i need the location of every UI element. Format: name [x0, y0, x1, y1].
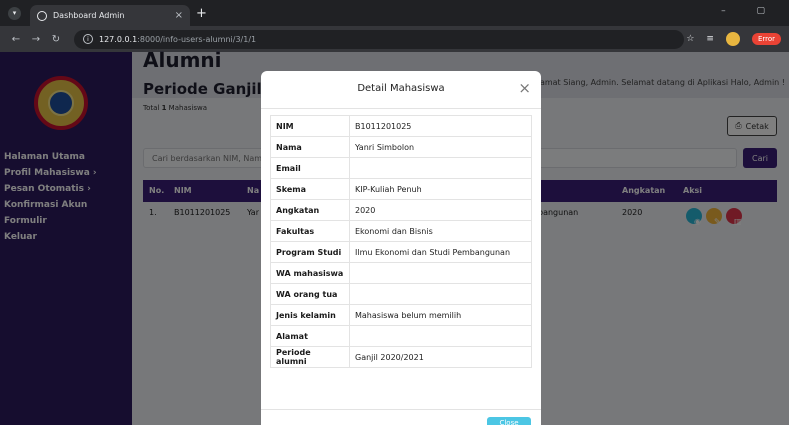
url-input[interactable]: i 127.0.0.1:8000/info-users-alumni/3/1/1 [74, 29, 684, 49]
detail-label: Program Studi [270, 241, 350, 263]
detail-value: Ganjil 2020/2021 [349, 346, 532, 368]
detail-label: Skema [270, 178, 350, 200]
tab-close-icon[interactable]: × [175, 10, 183, 21]
detail-label: Angkatan [270, 199, 350, 221]
detail-row: WA orang tua [270, 283, 532, 305]
reload-icon[interactable]: ↻ [48, 34, 64, 45]
modal-footer: Close [261, 409, 541, 425]
detail-row: Email [270, 157, 532, 179]
detail-row: Skema KIP-Kuliah Penuh [270, 178, 532, 200]
profile-avatar[interactable] [725, 32, 740, 46]
detail-label: Email [270, 157, 350, 179]
detail-row: Alamat [270, 325, 532, 347]
close-button[interactable]: Close [487, 417, 531, 425]
modal-header: Detail Mahasiswa × [261, 71, 541, 109]
detail-value: B1011201025 [349, 115, 532, 137]
bookmark-star-icon[interactable]: ☆ [686, 34, 694, 44]
browser-tab[interactable]: Dashboard Admin × [30, 5, 190, 26]
url-host: 127.0.0.1 [99, 34, 138, 44]
detail-value: Mahasiswa belum memilih [349, 304, 532, 326]
detail-row: Nama Yanri Simbolon [270, 136, 532, 158]
detail-label: NIM [270, 115, 350, 137]
detail-modal: Detail Mahasiswa × NIM B1011201025 Nama Yan… [261, 71, 541, 425]
detail-row: NIM B1011201025 [270, 115, 532, 137]
detail-value [349, 283, 532, 305]
detail-value: KIP-Kuliah Penuh [349, 178, 532, 200]
url-path: :8000/info-users-alumni/3/1/1 [137, 34, 257, 44]
detail-row: WA mahasiswa [270, 262, 532, 284]
browser-tabbar: ▾ Dashboard Admin × + – ▢ [0, 0, 789, 26]
detail-label: Jenis kelamin [270, 304, 350, 326]
site-info-icon[interactable]: i [83, 34, 93, 44]
extensions-icon[interactable]: ≡ [706, 34, 714, 44]
close-icon[interactable]: × [518, 79, 531, 97]
window-controls[interactable]: – ▢ [721, 6, 779, 16]
tab-search-icon[interactable]: ▾ [8, 7, 21, 20]
detail-row: Periode alumni Ganjil 2020/2021 [270, 346, 532, 368]
detail-table: NIM B1011201025 Nama Yanri Simbolon Email Ske… [270, 115, 532, 368]
detail-value: Ekonomi dan Bisnis [349, 220, 532, 242]
detail-row: Angkatan 2020 [270, 199, 532, 221]
detail-value: Ilmu Ekonomi dan Studi Pembangunan [349, 241, 532, 263]
back-icon[interactable]: ← [8, 34, 24, 45]
address-bar: ← → ↻ i 127.0.0.1:8000/info-users-alumni… [0, 26, 789, 52]
detail-label: Periode alumni [270, 346, 350, 368]
detail-row: Jenis kelamin Mahasiswa belum memilih [270, 304, 532, 326]
detail-label: Alamat [270, 325, 350, 347]
detail-row: Program Studi Ilmu Ekonomi dan Studi Pemb… [270, 241, 532, 263]
detail-value [349, 157, 532, 179]
detail-value: 2020 [349, 199, 532, 221]
modal-title: Detail Mahasiswa [357, 83, 445, 94]
detail-value: Yanri Simbolon [349, 136, 532, 158]
detail-label: WA mahasiswa [270, 262, 350, 284]
detail-value [349, 262, 532, 284]
detail-label: WA orang tua [270, 283, 350, 305]
detail-value [349, 325, 532, 347]
new-tab-icon[interactable]: + [196, 6, 207, 21]
detail-row: Fakultas Ekonomi dan Bisnis [270, 220, 532, 242]
error-badge[interactable]: Error [751, 33, 781, 45]
detail-label: Nama [270, 136, 350, 158]
tab-title: Dashboard Admin [53, 11, 125, 20]
detail-label: Fakultas [270, 220, 350, 242]
forward-icon[interactable]: → [28, 34, 44, 45]
tab-favicon-icon [37, 10, 47, 21]
